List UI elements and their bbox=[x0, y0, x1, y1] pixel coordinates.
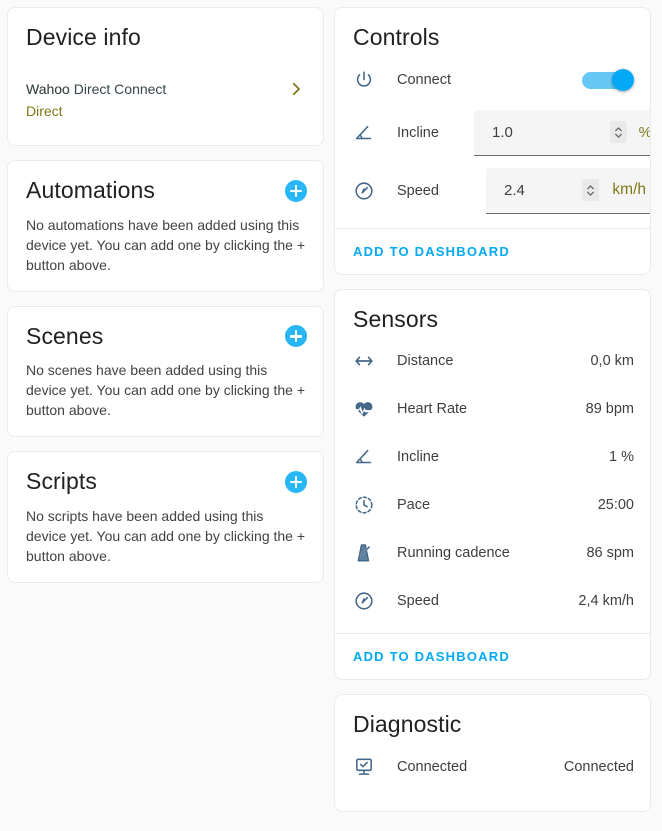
incline-input-value[interactable]: 1.0 bbox=[492, 124, 513, 141]
scenes-title: Scenes bbox=[26, 322, 104, 349]
control-label-speed: Speed bbox=[397, 182, 439, 199]
automations-empty-text: No automations have been added using thi… bbox=[26, 216, 306, 273]
device-info-card: Device info Wahoo Direct Wahoo Direct Co… bbox=[7, 7, 324, 146]
sensor-row-pace: Pace 25:00 bbox=[335, 481, 650, 529]
sensor-value: 0,0 km bbox=[590, 353, 634, 370]
diagnostic-card: Diagnostic Connected Connected bbox=[334, 694, 651, 812]
page-title: Device info bbox=[26, 24, 141, 50]
sensor-label: Running cadence bbox=[397, 545, 510, 562]
device-info-value: Wahoo Direct Connect bbox=[26, 80, 167, 97]
sensor-value: 89 bpm bbox=[585, 401, 634, 418]
plus-icon[interactable] bbox=[285, 470, 307, 493]
sensor-row-heart-rate: Heart Rate 89 bpm bbox=[335, 385, 650, 433]
sensor-label: Speed bbox=[397, 593, 439, 610]
sensor-value: 25:00 bbox=[597, 497, 634, 514]
metronome-icon bbox=[353, 542, 379, 564]
scripts-header: Scripts bbox=[8, 452, 323, 496]
right-column: Controls Connect Incline 1.0 % Speed 2.4… bbox=[334, 7, 651, 812]
monitor-check-icon bbox=[353, 756, 379, 778]
incline-input-field[interactable]: 1.0 % bbox=[474, 109, 651, 156]
speedometer-icon bbox=[353, 590, 379, 612]
angle-icon bbox=[353, 122, 379, 144]
sensor-row-running-cadence: Running cadence 86 spm bbox=[335, 529, 650, 577]
plus-icon[interactable] bbox=[285, 179, 307, 202]
arrows-horizontal-icon bbox=[353, 350, 379, 372]
speed-input-value[interactable]: 2.4 bbox=[504, 182, 525, 199]
left-column: Device info Wahoo Direct Wahoo Direct Co… bbox=[7, 7, 324, 583]
plus-icon[interactable] bbox=[285, 325, 307, 348]
sensor-value: 1 % bbox=[609, 449, 634, 466]
control-row-connect: Connect bbox=[335, 56, 650, 104]
angle-icon bbox=[353, 446, 379, 468]
connect-toggle[interactable] bbox=[582, 68, 634, 91]
automations-card: Automations No automations have been add… bbox=[7, 160, 324, 292]
scripts-empty-text: No scripts have been added using this de… bbox=[26, 507, 306, 564]
speedometer-icon bbox=[353, 180, 379, 202]
control-row-incline: Incline 1.0 % bbox=[335, 104, 650, 162]
sensor-row-distance: Distance 0,0 km bbox=[335, 337, 650, 385]
speed-input-field[interactable]: 2.4 km/h bbox=[486, 167, 650, 214]
sensor-row-incline: Incline 1 % bbox=[335, 433, 650, 481]
control-row-speed: Speed 2.4 km/h bbox=[335, 162, 650, 220]
sensor-label: Distance bbox=[397, 353, 454, 370]
spinner-up-down-icon[interactable] bbox=[582, 179, 600, 202]
toggle-thumb bbox=[612, 68, 634, 91]
chevron-right-icon bbox=[287, 80, 305, 98]
scripts-title: Scripts bbox=[26, 468, 97, 495]
scenes-header: Scenes bbox=[8, 307, 323, 351]
scripts-card: Scripts No scripts have been added using… bbox=[7, 451, 324, 583]
controls-add-to-dashboard-button[interactable]: ADD TO DASHBOARD bbox=[335, 229, 650, 274]
diagnostic-list: Connected Connected bbox=[335, 739, 650, 811]
sensors-list: Distance 0,0 km Heart Rate 89 bpm Inclin… bbox=[335, 333, 650, 633]
diagnostic-header: Diagnostic bbox=[335, 695, 650, 739]
sensor-value: 86 spm bbox=[586, 545, 634, 562]
scenes-card: Scenes No scenes have been added using t… bbox=[7, 305, 324, 438]
diagnostic-title: Diagnostic bbox=[353, 711, 462, 738]
sensors-title: Sensors bbox=[353, 305, 439, 332]
diagnostic-label: Connected bbox=[397, 758, 468, 775]
controls-body: Connect Incline 1.0 % Speed 2.4 km/h bbox=[335, 52, 650, 228]
clock-dashed-icon bbox=[353, 494, 379, 516]
scenes-empty-text: No scenes have been added using this dev… bbox=[26, 362, 306, 419]
device-page: Device info Wahoo Direct Wahoo Direct Co… bbox=[0, 0, 662, 831]
device-info-row[interactable]: Wahoo Direct Wahoo Direct Connect bbox=[8, 78, 323, 134]
device-info-header: Device info bbox=[8, 8, 323, 52]
diagnostic-value: Connected bbox=[563, 758, 634, 775]
sensor-row-speed: Speed 2,4 km/h bbox=[335, 577, 650, 625]
spinner-up-down-icon[interactable] bbox=[609, 121, 627, 144]
controls-title: Controls bbox=[353, 24, 440, 50]
sensor-label: Pace bbox=[397, 497, 431, 514]
heart-pulse-icon bbox=[353, 398, 379, 420]
sensors-header: Sensors bbox=[335, 290, 650, 334]
control-label-incline: Incline bbox=[397, 124, 439, 141]
control-label-connect: Connect bbox=[397, 71, 452, 88]
automations-header: Automations bbox=[8, 161, 323, 205]
sensor-label: Heart Rate bbox=[397, 401, 468, 418]
sensor-label: Incline bbox=[397, 449, 439, 466]
controls-header: Controls bbox=[335, 8, 650, 52]
automations-title: Automations bbox=[26, 177, 155, 203]
sensors-add-to-dashboard-button[interactable]: ADD TO DASHBOARD bbox=[335, 634, 650, 679]
power-icon bbox=[353, 69, 379, 91]
speed-unit-label: km/h bbox=[612, 181, 646, 199]
controls-card: Controls Connect Incline 1.0 % Speed 2.4… bbox=[334, 7, 651, 275]
incline-unit-label: % bbox=[638, 123, 651, 141]
sensor-value: 2,4 km/h bbox=[578, 593, 634, 610]
sensors-card: Sensors Distance 0,0 km Heart Rate 89 bp… bbox=[334, 288, 651, 681]
diagnostic-row-connected: Connected Connected bbox=[335, 743, 650, 791]
